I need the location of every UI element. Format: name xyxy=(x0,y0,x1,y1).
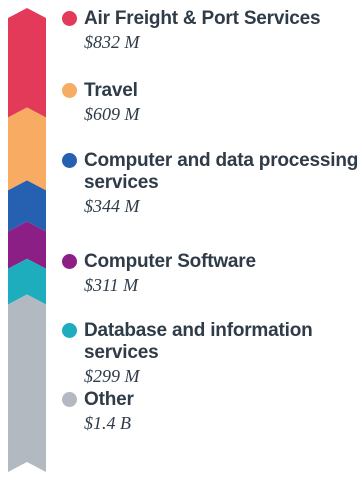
legend-item: Computer Software $311 M xyxy=(62,251,360,296)
segment-2 xyxy=(8,107,46,191)
legend-value: $311 M xyxy=(84,275,139,295)
legend-item: Travel $609 M xyxy=(62,80,360,125)
legend-label: Computer Software xyxy=(84,251,256,272)
legend-label: Air Freight & Port Services xyxy=(84,8,321,29)
legend-dot xyxy=(62,392,77,407)
legend-dot xyxy=(62,153,77,168)
legend-value: $299 M xyxy=(84,366,140,386)
legend-value: $1.4 B xyxy=(84,413,131,433)
legend-dot xyxy=(62,254,77,269)
legend-dot xyxy=(62,323,77,338)
legend-dot xyxy=(62,11,77,26)
chart-segments xyxy=(8,8,46,472)
legend-label: Other xyxy=(84,389,134,410)
segment-1 xyxy=(8,8,46,118)
legend-value: $832 M xyxy=(84,32,140,52)
legend-item: Air Freight & Port Services $832 M xyxy=(62,8,360,53)
legend-label: Travel xyxy=(84,80,138,101)
legend-label: Computer and data processing services xyxy=(84,150,359,193)
legend-item: Computer and data processing services $34… xyxy=(62,150,360,217)
legend-item: Other $1.4 B xyxy=(62,389,360,434)
legend-value: $344 M xyxy=(84,196,140,216)
legend-label: Database and information services xyxy=(84,320,313,363)
legend-dot xyxy=(62,83,77,98)
legend-value: $609 M xyxy=(84,104,140,124)
segment-6 xyxy=(8,294,46,472)
legend-item: Database and information services $299 M xyxy=(62,320,360,387)
